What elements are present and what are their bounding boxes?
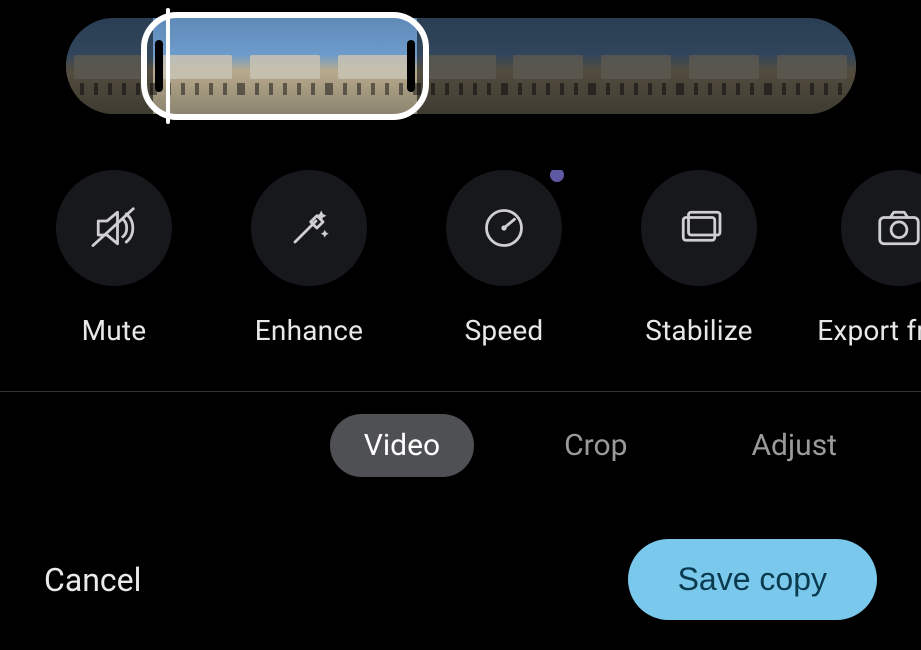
timeline-frame — [66, 18, 154, 114]
speed-icon — [446, 170, 562, 286]
tool-label: Mute — [82, 314, 147, 347]
timeline-frame — [592, 18, 680, 114]
new-feature-badge — [550, 170, 564, 182]
tab-video[interactable]: Video — [330, 414, 474, 477]
speed-tool[interactable]: Speed — [444, 170, 564, 347]
timeline-frame — [241, 18, 329, 114]
save-copy-button[interactable]: Save copy — [628, 539, 877, 620]
tool-label: Speed — [465, 314, 544, 347]
tab-crop[interactable]: Crop — [530, 414, 661, 477]
section-divider — [0, 391, 921, 392]
wand-icon — [251, 170, 367, 286]
timeline-filmstrip — [66, 18, 856, 114]
timeline-frame — [417, 18, 505, 114]
tool-label: Enhance — [255, 314, 363, 347]
timeline-frame — [329, 18, 417, 114]
tool-label: Stabilize — [645, 314, 752, 347]
video-trim-timeline[interactable] — [66, 18, 856, 114]
tool-label: Export frame — [817, 314, 921, 347]
edit-mode-tabs: Video Crop Adjust — [0, 414, 921, 477]
enhance-tool[interactable]: Enhance — [234, 170, 384, 347]
bottom-action-bar: Cancel Save copy — [0, 539, 921, 620]
mute-tool[interactable]: Mute — [54, 170, 174, 347]
stabilize-icon — [641, 170, 757, 286]
timeline-frame — [680, 18, 768, 114]
playhead-indicator[interactable] — [166, 8, 170, 124]
tab-adjust[interactable]: Adjust — [717, 414, 871, 477]
timeline-frame — [768, 18, 856, 114]
edit-tools-row: Mute Enhance Speed Stabilize Export frame — [0, 170, 921, 347]
cancel-button[interactable]: Cancel — [44, 561, 141, 599]
camera-icon — [841, 170, 921, 286]
timeline-frame — [504, 18, 592, 114]
stabilize-tool[interactable]: Stabilize — [624, 170, 774, 347]
export-tool[interactable]: Export frame — [834, 170, 921, 347]
mute-icon — [56, 170, 172, 286]
